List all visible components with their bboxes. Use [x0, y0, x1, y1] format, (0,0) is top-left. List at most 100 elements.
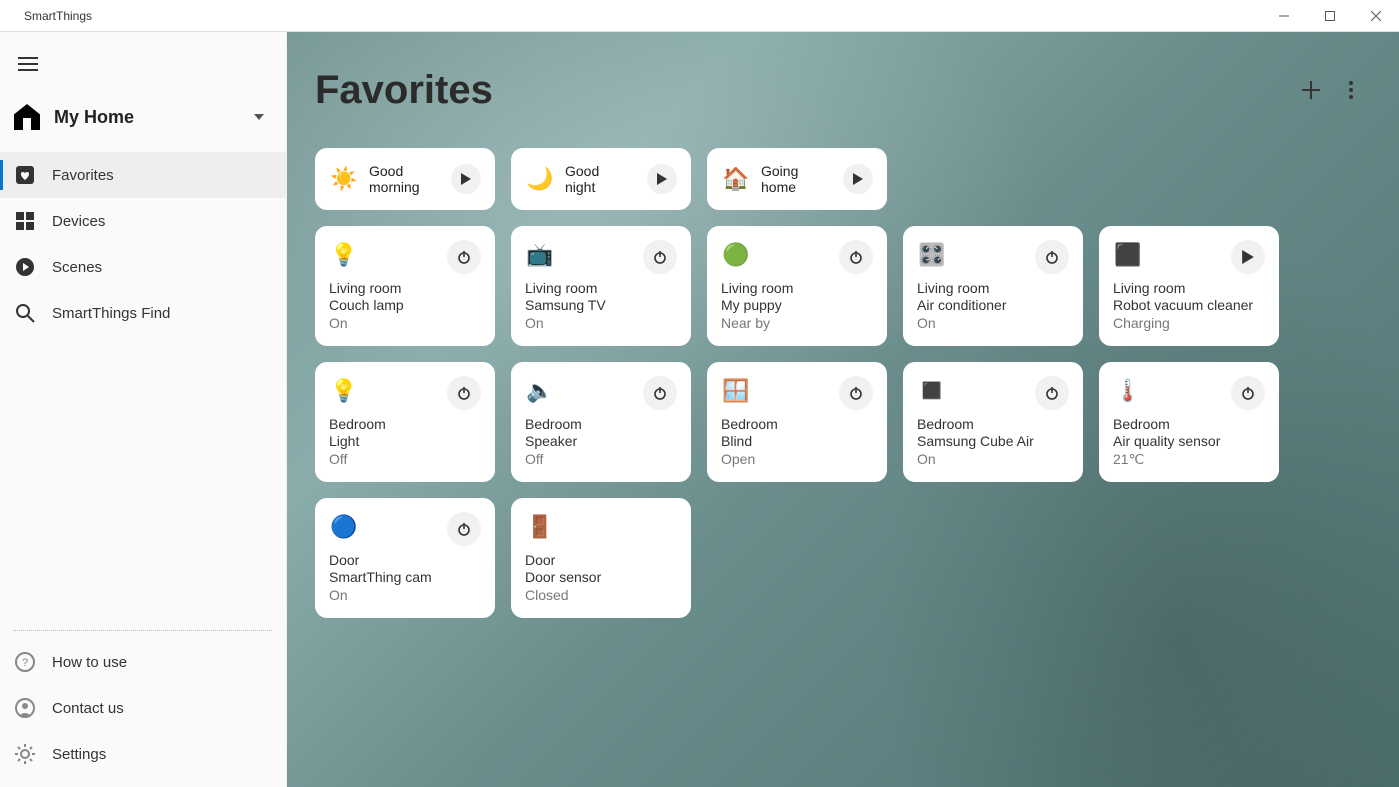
device-icon: ⬛ [1113, 240, 1143, 270]
sidebar-item-settings[interactable]: Settings [0, 731, 286, 777]
device-card[interactable]: 🎛️Living roomAir conditionerOn [903, 226, 1083, 346]
device-card[interactable]: 💡Living roomCouch lampOn [315, 226, 495, 346]
plus-icon [1300, 79, 1322, 101]
sidebar-item-devices[interactable]: Devices [0, 198, 286, 244]
device-icon: 🌡️ [1113, 376, 1143, 406]
device-power-button[interactable] [1035, 376, 1069, 410]
device-card[interactable]: ◼️BedroomSamsung Cube AirOn [903, 362, 1083, 482]
device-room: Living room [329, 280, 481, 298]
sidebar-item-label: Scenes [52, 259, 102, 276]
location-label: My Home [54, 107, 254, 128]
device-card[interactable]: 📺Living roomSamsung TVOn [511, 226, 691, 346]
window-title: SmartThings [24, 9, 92, 23]
scene-run-button[interactable] [451, 164, 481, 194]
device-card[interactable]: 🔈BedroomSpeakerOff [511, 362, 691, 482]
device-room: Bedroom [1113, 416, 1265, 434]
power-icon [849, 386, 863, 400]
device-icon: 🔵 [329, 512, 359, 542]
sidebar-item-favorites[interactable]: Favorites [0, 152, 286, 198]
device-power-button[interactable] [1231, 376, 1265, 410]
power-icon [457, 386, 471, 400]
scene-row: ☀️Goodmorning 🌙 Goodnight 🏠Goinghome [315, 148, 1371, 210]
device-room: Bedroom [917, 416, 1069, 434]
device-card[interactable]: 🔵DoorSmartThing camOn [315, 498, 495, 618]
device-grid: 💡Living roomCouch lampOn📺Living roomSams… [315, 226, 1371, 618]
scene-card[interactable]: 🏠Goinghome [707, 148, 887, 210]
device-name: Blind [721, 433, 873, 451]
scene-card[interactable]: 🌙 Goodnight [511, 148, 691, 210]
power-icon [653, 250, 667, 264]
device-card[interactable]: 🟢Living roomMy puppyNear by [707, 226, 887, 346]
device-power-button[interactable] [1035, 240, 1069, 274]
menu-button[interactable] [4, 40, 52, 88]
sidebar-item-how-to-use[interactable]: ? How to use [0, 639, 286, 685]
sidebar: My Home Favorites Devices Scenes [0, 32, 287, 787]
location-selector[interactable]: My Home [0, 88, 286, 146]
minimize-icon [1279, 11, 1289, 21]
nav: Favorites Devices Scenes SmartThings Fin… [0, 152, 286, 336]
contact-icon [14, 697, 36, 719]
sidebar-item-label: Devices [52, 213, 105, 230]
device-power-button[interactable] [447, 376, 481, 410]
devices-icon [14, 210, 36, 232]
device-status: Charging [1113, 315, 1265, 333]
device-name: Light [329, 433, 481, 451]
device-name: My puppy [721, 297, 873, 315]
power-icon [1045, 386, 1059, 400]
device-status: Off [329, 451, 481, 469]
power-icon [457, 250, 471, 264]
add-button[interactable] [1291, 70, 1331, 110]
device-play-button[interactable] [1231, 240, 1265, 274]
titlebar: SmartThings [0, 0, 1399, 32]
main-header: Favorites [315, 60, 1371, 120]
more-button[interactable] [1331, 70, 1371, 110]
chevron-down-icon [254, 114, 264, 120]
device-room: Door [525, 552, 677, 570]
device-power-button[interactable] [447, 512, 481, 546]
device-name: Robot vacuum cleaner [1113, 297, 1265, 315]
scene-label: Goinghome [761, 163, 798, 195]
device-name: Air conditioner [917, 297, 1069, 315]
device-card[interactable]: 🚪DoorDoor sensorClosed [511, 498, 691, 618]
play-circle-icon [14, 256, 36, 278]
device-name: Couch lamp [329, 297, 481, 315]
device-card[interactable]: 🌡️BedroomAir quality sensor21℃ [1099, 362, 1279, 482]
device-icon: 🚪 [525, 512, 555, 542]
maximize-button[interactable] [1307, 0, 1353, 32]
play-icon [1241, 250, 1255, 264]
sidebar-item-find[interactable]: SmartThings Find [0, 290, 286, 336]
device-status: On [525, 315, 677, 333]
scene-card[interactable]: ☀️Goodmorning [315, 148, 495, 210]
device-status: Closed [525, 587, 677, 605]
minimize-button[interactable] [1261, 0, 1307, 32]
device-power-button[interactable] [643, 240, 677, 274]
scene-icon: 🌙 [525, 164, 555, 194]
close-icon [1371, 11, 1381, 21]
sidebar-item-scenes[interactable]: Scenes [0, 244, 286, 290]
power-icon [653, 386, 667, 400]
device-name: Samsung TV [525, 297, 677, 315]
device-card[interactable]: 🪟BedroomBlindOpen [707, 362, 887, 482]
device-room: Living room [1113, 280, 1265, 298]
sidebar-item-contact-us[interactable]: Contact us [0, 685, 286, 731]
device-power-button[interactable] [447, 240, 481, 274]
device-card[interactable]: 💡BedroomLightOff [315, 362, 495, 482]
scene-run-button[interactable] [647, 164, 677, 194]
device-power-button[interactable] [839, 240, 873, 274]
device-name: Speaker [525, 433, 677, 451]
scene-run-button[interactable] [843, 164, 873, 194]
device-power-button[interactable] [643, 376, 677, 410]
device-card[interactable]: ⬛ Living roomRobot vacuum cleanerCharging [1099, 226, 1279, 346]
device-status: 21℃ [1113, 451, 1265, 469]
svg-text:?: ? [22, 657, 28, 669]
device-status: Off [525, 451, 677, 469]
device-room: Living room [525, 280, 677, 298]
device-room: Living room [721, 280, 873, 298]
device-power-button[interactable] [839, 376, 873, 410]
sidebar-item-label: How to use [52, 654, 127, 671]
device-room: Living room [917, 280, 1069, 298]
device-status: On [329, 587, 481, 605]
scene-label: Goodnight [565, 163, 599, 195]
device-status: On [329, 315, 481, 333]
close-button[interactable] [1353, 0, 1399, 32]
